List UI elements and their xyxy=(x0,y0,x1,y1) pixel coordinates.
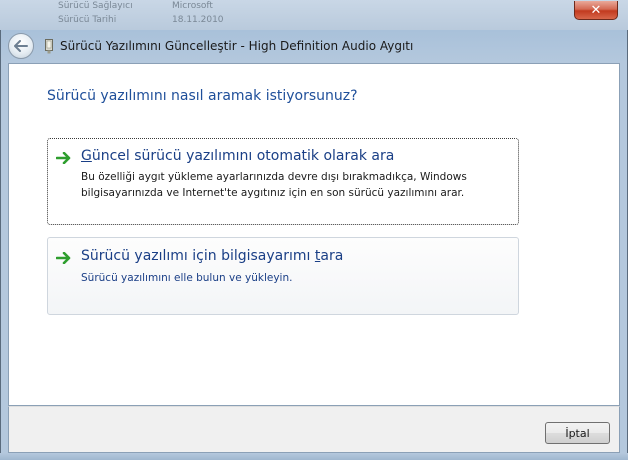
page-heading: Sürücü yazılımını nasıl aramak istiyorsu… xyxy=(47,88,358,104)
cancel-button[interactable]: İptal xyxy=(545,422,610,444)
title-bar: Sürücü Yazılımını Güncelleştir - High De… xyxy=(8,30,620,62)
green-arrow-icon xyxy=(56,152,71,164)
option-title: Güncel sürücü yazılımını otomatik olarak… xyxy=(81,148,394,164)
back-arrow-icon xyxy=(14,40,28,52)
background-row-value: Microsoft xyxy=(172,1,213,11)
green-arrow-icon xyxy=(56,252,71,264)
window-title: Sürücü Yazılımını Güncelleştir - High De… xyxy=(60,39,414,53)
background-row-label: Sürücü Tarihi xyxy=(58,15,117,25)
background-row: Sürücü Tarihi 18.11.2010 xyxy=(58,15,224,25)
device-icon xyxy=(45,38,53,53)
dialog-footer: İptal xyxy=(8,406,620,453)
option-description: Sürücü yazılımını elle bulun ve yükleyin… xyxy=(81,272,293,284)
option-title-accelerator: G xyxy=(81,148,92,164)
close-icon: ✕ xyxy=(590,2,602,18)
option-browse-computer[interactable]: Sürücü yazılımı için bilgisayarımı tara … xyxy=(47,237,519,315)
background-row-value: 18.11.2010 xyxy=(172,15,224,25)
back-button[interactable] xyxy=(8,33,34,59)
option-search-automatically[interactable]: Güncel sürücü yazılımını otomatik olarak… xyxy=(47,138,519,225)
option-description: Bu özelliği aygıt yükleme ayarlarınızda … xyxy=(81,171,467,199)
content-panel: Sürücü yazılımını nasıl aramak istiyorsu… xyxy=(8,63,620,406)
background-window-ghost: Sürücü Sağlayıcı Microsoft Sürücü Tarihi… xyxy=(0,0,628,30)
option-title-start: Sürücü yazılımı için bilgisayarımı xyxy=(81,248,315,264)
close-button[interactable]: ✕ xyxy=(574,1,618,20)
background-row: Sürücü Sağlayıcı Microsoft xyxy=(58,1,213,11)
option-title-end: ara xyxy=(320,248,344,264)
window-bottom-edge xyxy=(0,453,628,460)
background-row-label: Sürücü Sağlayıcı xyxy=(58,1,133,11)
option-title-end: üncel sürücü yazılımını otomatik olarak … xyxy=(91,148,395,164)
option-title: Sürücü yazılımı için bilgisayarımı tara xyxy=(81,248,343,264)
